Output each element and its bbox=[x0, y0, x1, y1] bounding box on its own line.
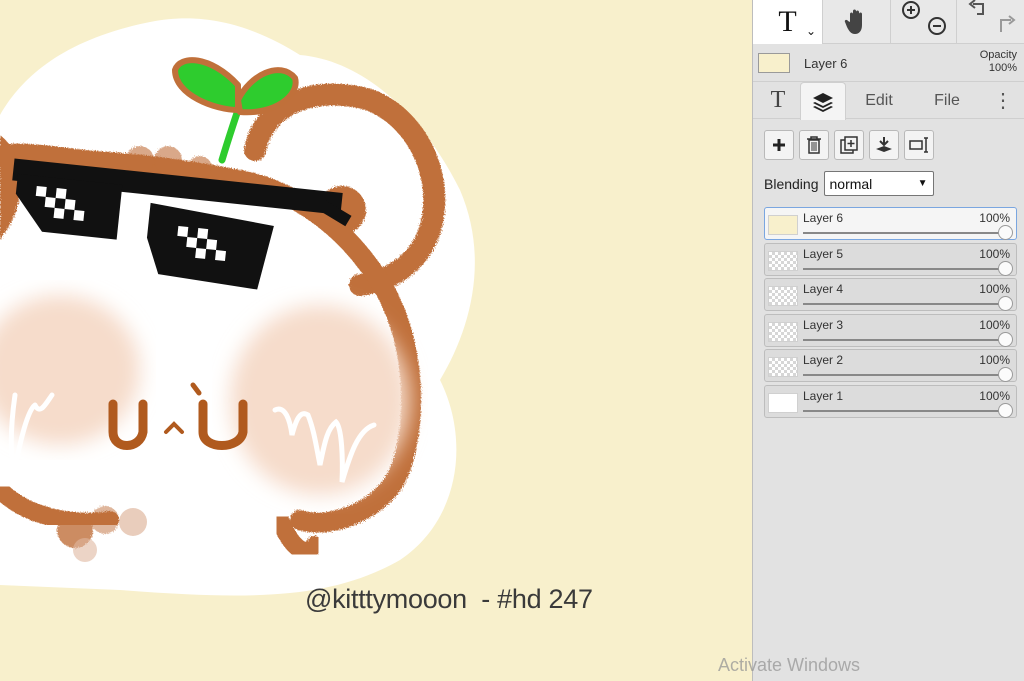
drawing-canvas[interactable]: @kitttymooon - #hd 247 bbox=[0, 0, 752, 681]
chevron-down-icon: ▼ bbox=[917, 178, 928, 189]
slider-fill bbox=[803, 267, 1006, 270]
layer-opacity: 100% bbox=[979, 353, 1010, 367]
activate-windows-watermark: Activate Windows bbox=[718, 655, 861, 675]
slider-fill bbox=[803, 232, 1006, 234]
duplicate-layer-button[interactable] bbox=[834, 130, 864, 160]
zoom-in-icon[interactable] bbox=[899, 0, 923, 24]
zoom-out-icon[interactable] bbox=[925, 14, 949, 38]
layer-thumbnail bbox=[768, 215, 798, 235]
redo-icon[interactable] bbox=[995, 14, 1017, 34]
tab-edit[interactable]: Edit bbox=[855, 82, 903, 119]
layer-opacity-slider[interactable] bbox=[803, 367, 1013, 382]
layer-row[interactable]: Layer 6 100% bbox=[764, 207, 1017, 240]
foot bbox=[73, 538, 97, 562]
current-layer-info: Layer 6 Opacity 100% bbox=[753, 44, 1024, 82]
layer-opacity: 100% bbox=[979, 317, 1010, 332]
layer-row[interactable]: Layer 3 100% bbox=[764, 313, 1017, 347]
slider-fill bbox=[803, 409, 1006, 412]
duplicate-layer-icon bbox=[840, 136, 858, 154]
layer-properties-button[interactable] bbox=[904, 130, 934, 160]
blush-right bbox=[230, 305, 410, 495]
layer-thumbnail bbox=[768, 250, 798, 271]
layer-thumbnail bbox=[768, 321, 798, 342]
merge-down-button[interactable] bbox=[869, 130, 899, 160]
layer-properties-icon bbox=[909, 137, 928, 153]
tool-bar: T ⌄ bbox=[753, 0, 1024, 44]
text-tool-button[interactable]: T ⌄ bbox=[753, 0, 823, 44]
layer-thumbnail bbox=[768, 392, 798, 413]
opacity-value: 100% bbox=[988, 62, 1017, 74]
history-controls bbox=[957, 0, 1024, 44]
head-bump bbox=[126, 146, 154, 174]
layer-name: Layer 1 bbox=[803, 388, 844, 403]
foot bbox=[119, 508, 147, 536]
artist-watermark: @kitttymooon - #hd 247 bbox=[305, 584, 593, 614]
layer-name: Layer 4 bbox=[803, 282, 844, 296]
tab-file[interactable]: File bbox=[927, 82, 967, 119]
head-bump bbox=[188, 156, 212, 180]
layer-name: Layer 3 bbox=[803, 317, 844, 332]
layer-opacity-slider[interactable] bbox=[803, 296, 1013, 311]
undo-icon[interactable] bbox=[967, 0, 989, 20]
layer-name: Layer 6 bbox=[803, 211, 844, 225]
layer-name: Layer 2 bbox=[803, 353, 844, 367]
layer-opacity: 100% bbox=[979, 211, 1010, 225]
right-panel: T ⌄ Layer 6 Opacity 100% T Edit File ⋮ B… bbox=[752, 0, 1024, 681]
hand-icon bbox=[844, 9, 862, 34]
layers-icon bbox=[813, 92, 833, 112]
slider-handle[interactable] bbox=[998, 367, 1013, 382]
slider-handle[interactable] bbox=[998, 402, 1013, 418]
foot bbox=[91, 506, 119, 534]
layer-actions bbox=[764, 130, 934, 160]
layer-row[interactable]: Layer 5 100% bbox=[764, 242, 1017, 276]
current-layer-name: Layer 6 bbox=[804, 56, 848, 71]
more-menu-icon[interactable]: ⋮ bbox=[993, 82, 1013, 119]
layer-opacity-slider[interactable] bbox=[803, 260, 1013, 276]
slider-handle[interactable] bbox=[998, 331, 1013, 347]
layer-opacity: 100% bbox=[979, 282, 1010, 296]
slider-fill bbox=[803, 303, 1006, 305]
current-layer-thumbnail bbox=[758, 53, 790, 73]
slider-fill bbox=[803, 338, 1006, 341]
hamster-artwork bbox=[0, 18, 475, 596]
current-layer-opacity: Opacity 100% bbox=[957, 49, 1017, 75]
layer-row[interactable]: Layer 2 100% bbox=[764, 349, 1017, 382]
slider-handle[interactable] bbox=[998, 260, 1013, 276]
slider-handle[interactable] bbox=[998, 296, 1013, 311]
layer-opacity-slider[interactable] bbox=[803, 331, 1013, 347]
layer-row[interactable]: Layer 4 100% bbox=[764, 278, 1017, 311]
text-tool-glyph: T bbox=[778, 5, 797, 38]
add-layer-icon bbox=[773, 139, 785, 151]
panel-tabs: T Edit File ⋮ bbox=[753, 82, 1024, 120]
layer-opacity-slider[interactable] bbox=[803, 402, 1013, 418]
tab-text[interactable]: T bbox=[759, 82, 797, 119]
blending-control: Blending normal ▼ bbox=[764, 171, 934, 196]
layer-opacity: 100% bbox=[979, 388, 1010, 403]
layer-thumbnail bbox=[768, 357, 798, 377]
add-layer-button[interactable] bbox=[764, 130, 794, 160]
layer-row[interactable]: Layer 1 100% bbox=[764, 384, 1017, 418]
opacity-label: Opacity bbox=[979, 49, 1017, 61]
delete-layer-button[interactable] bbox=[799, 130, 829, 160]
hand-tool-button[interactable] bbox=[823, 0, 891, 44]
layer-name: Layer 5 bbox=[803, 246, 844, 261]
tab-layers[interactable] bbox=[800, 82, 846, 120]
chevron-down-icon[interactable]: ⌄ bbox=[806, 24, 816, 38]
delete-layer-icon bbox=[807, 136, 821, 154]
layer-thumbnail bbox=[768, 286, 798, 306]
blending-select[interactable]: normal ▼ bbox=[823, 171, 934, 196]
merge-down-icon bbox=[876, 137, 892, 152]
layer-list: Layer 6 100% Layer 5 100% Layer 4 100% Layer 3… bbox=[764, 207, 1017, 420]
zoom-controls bbox=[891, 0, 957, 44]
layer-opacity-slider[interactable] bbox=[803, 225, 1013, 240]
blending-label: Blending bbox=[764, 175, 819, 192]
slider-handle[interactable] bbox=[998, 225, 1013, 240]
slider-fill bbox=[803, 374, 1006, 376]
head-bump bbox=[154, 146, 182, 174]
layer-opacity: 100% bbox=[979, 246, 1010, 261]
blending-value: normal bbox=[829, 175, 873, 192]
